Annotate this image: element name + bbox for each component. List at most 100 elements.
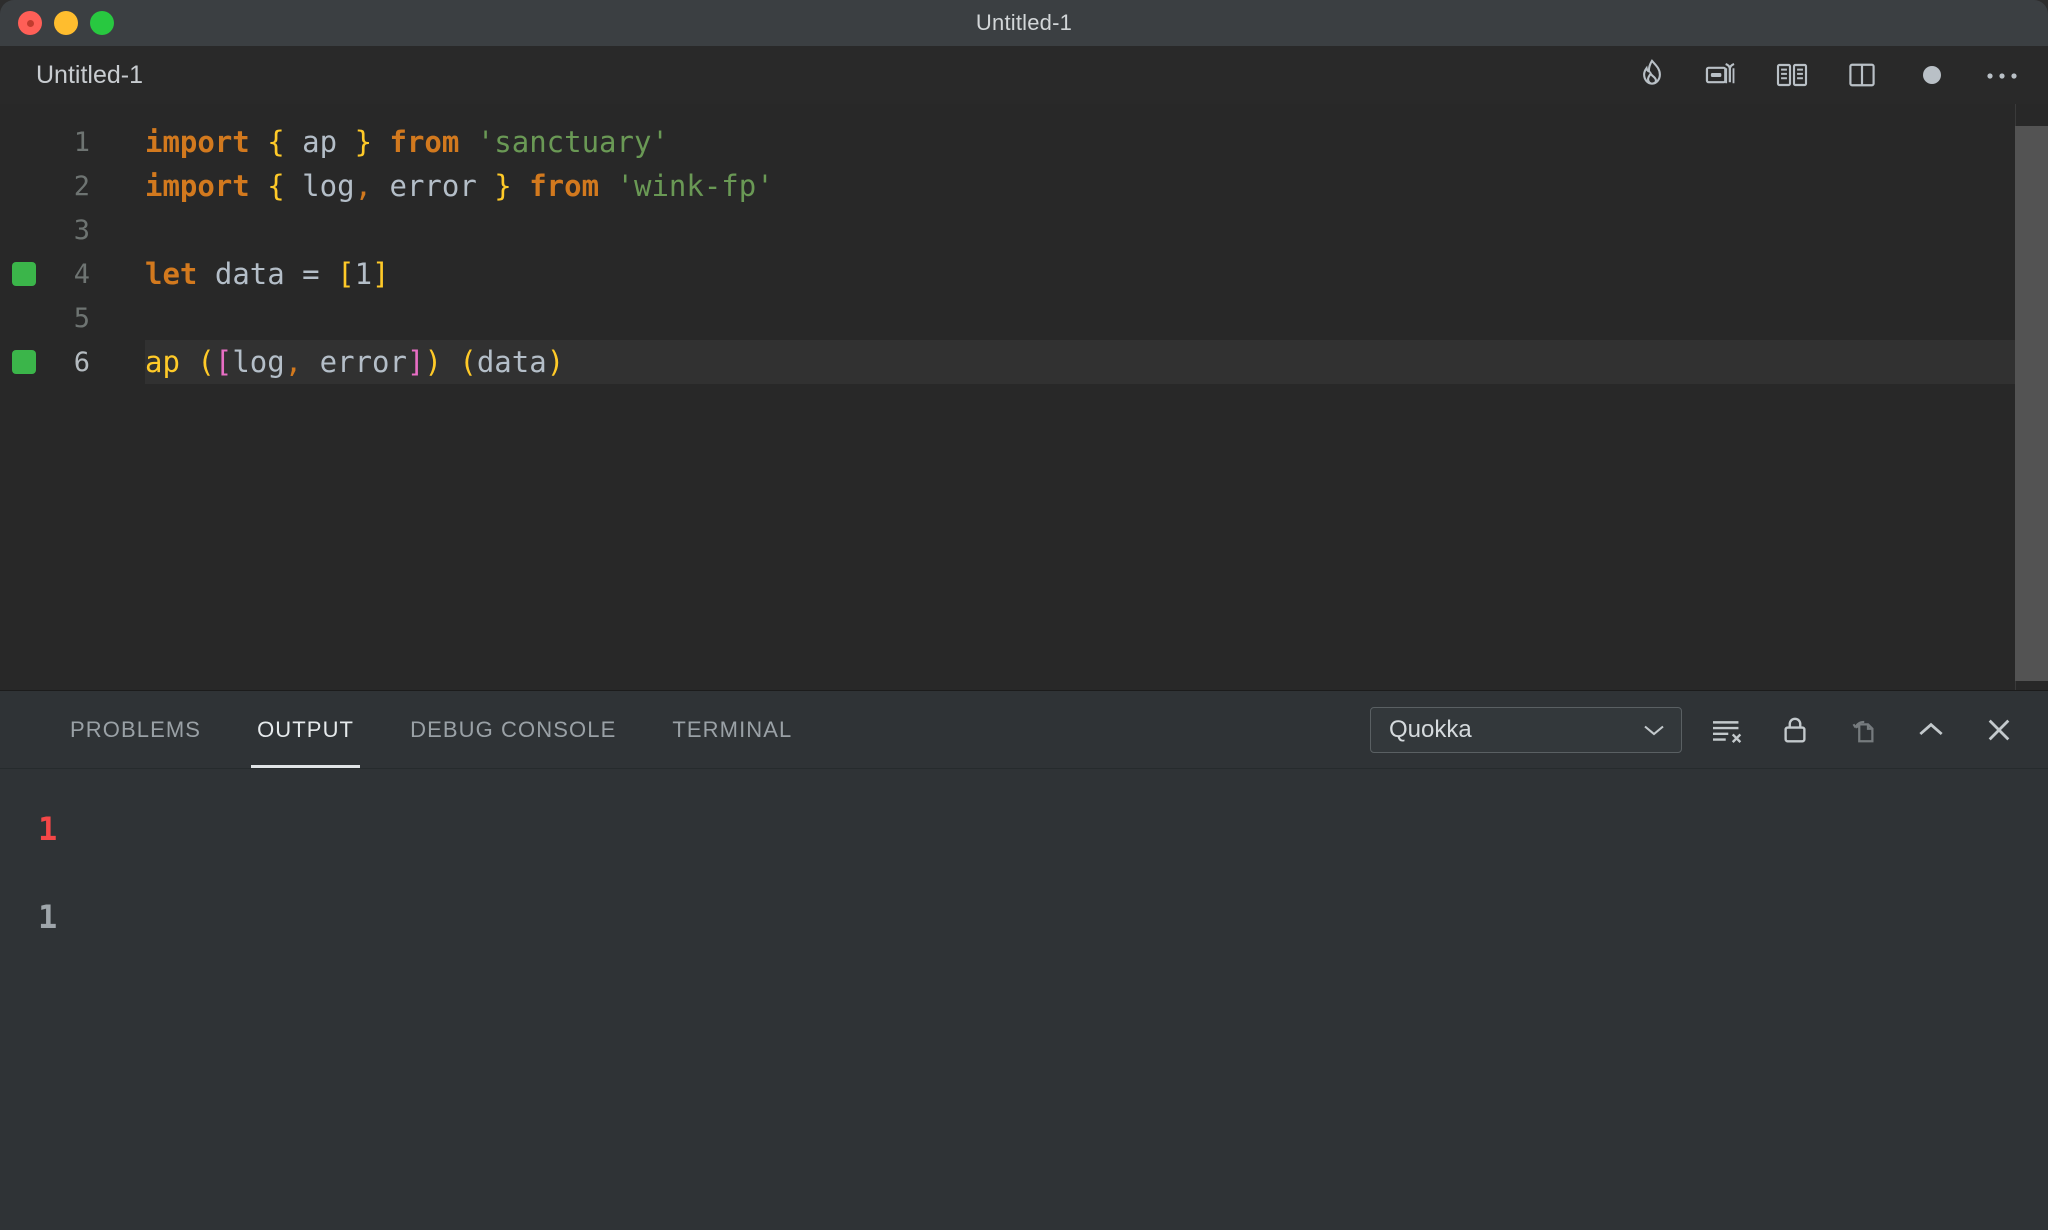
code-token: from	[529, 169, 600, 203]
code-token: (	[459, 345, 477, 379]
code-token: {	[267, 125, 285, 159]
code-text: import { ap } from 'sanctuary'	[112, 125, 669, 159]
quokka-flame-icon[interactable]	[1630, 53, 1674, 97]
line-number: 3	[73, 214, 90, 246]
code-editor[interactable]: 1 import { ap } from 'sanctuary' 2 import {…	[0, 104, 2048, 690]
editor-tab-label[interactable]: Untitled-1	[36, 61, 143, 90]
output-line: 1	[38, 898, 58, 936]
code-token: ]	[372, 257, 390, 291]
panel-actions: Quokka	[1370, 706, 2022, 753]
code-token: (	[197, 345, 215, 379]
editor-scrollbar-thumb[interactable]	[2015, 126, 2048, 681]
output-line: 1	[38, 810, 58, 848]
lock-scroll-icon[interactable]	[1772, 707, 1818, 753]
window-titlebar: Untitled-1	[0, 0, 2048, 46]
code-token: error	[389, 169, 477, 203]
minimize-window-icon[interactable]	[54, 11, 78, 35]
run-preview-icon[interactable]	[1700, 53, 1744, 97]
code-token: )	[546, 345, 565, 379]
more-actions-icon[interactable]	[1980, 53, 2024, 97]
editor-titlebar: Untitled-1	[0, 46, 2048, 104]
maximize-window-icon[interactable]	[90, 11, 114, 35]
bottom-panel: PROBLEMS OUTPUT DEBUG CONSOLE TERMINAL Quok…	[0, 690, 2048, 1230]
code-token: import	[145, 169, 250, 203]
code-token: [	[337, 257, 355, 291]
code-token: 'wink-fp'	[616, 169, 774, 203]
vscode-window: Untitled-1 Untitled-1 1 import {ap} fr…	[0, 0, 2048, 1230]
code-token: from	[389, 125, 460, 159]
output-view[interactable]: 11	[0, 769, 2048, 1230]
panel-header: PROBLEMS OUTPUT DEBUG CONSOLE TERMINAL Quok…	[0, 691, 2048, 769]
code-token: ap	[145, 345, 180, 379]
unsaved-dot-icon[interactable]	[1910, 53, 1954, 97]
code-token: }	[354, 125, 373, 159]
code-text: let data = [1]	[112, 257, 390, 291]
code-token: {	[267, 169, 285, 203]
code-token: let	[145, 257, 198, 291]
output-channel-select[interactable]: Quokka	[1370, 706, 1682, 753]
code-token: ,	[284, 345, 303, 379]
panel-tab-debug-console[interactable]: DEBUG CONSOLE	[382, 691, 644, 768]
open-preview-icon[interactable]	[1770, 53, 1814, 97]
split-editor-icon[interactable]	[1840, 53, 1884, 97]
line-number: 5	[73, 302, 90, 334]
code-token: =	[302, 257, 320, 291]
code-token: 1	[354, 257, 373, 291]
quokka-coverage-marker	[12, 262, 36, 286]
code-lines: 1 import { ap } from 'sanctuary' 2 import {…	[0, 104, 2048, 384]
line-number: 1	[73, 126, 90, 158]
close-window-icon[interactable]	[18, 11, 42, 35]
traffic-light-group	[0, 11, 114, 35]
code-line[interactable]: 4 let data = [1]	[0, 252, 2048, 296]
window-title: Untitled-1	[975, 10, 1073, 35]
code-token: 'sanctuary'	[476, 125, 669, 159]
code-token: }	[494, 169, 512, 203]
panel-tab-list: PROBLEMS OUTPUT DEBUG CONSOLE TERMINAL	[42, 691, 820, 768]
code-line[interactable]: 1 import { ap } from 'sanctuary'	[0, 120, 2048, 164]
quokka-coverage-marker	[12, 350, 36, 374]
code-token: import	[145, 125, 250, 159]
maximize-panel-icon[interactable]	[1908, 707, 1954, 753]
code-token: [	[214, 345, 233, 379]
code-token: ,	[354, 169, 373, 203]
output-channel-value: Quokka	[1389, 715, 1472, 743]
chevron-down-icon	[1641, 722, 1667, 738]
line-number: 2	[73, 170, 90, 202]
clear-output-icon[interactable]	[1704, 707, 1750, 753]
editor-actions	[1630, 53, 2024, 97]
code-line[interactable]: 3	[0, 208, 2048, 252]
code-token: log	[302, 169, 355, 203]
open-in-editor-icon[interactable]	[1840, 707, 1886, 753]
code-token: data	[476, 345, 547, 379]
code-token: error	[319, 345, 407, 379]
code-token: data	[214, 257, 285, 291]
code-token: log	[232, 345, 285, 379]
code-token: ap	[302, 125, 338, 159]
code-line[interactable]: 6 ap ([log, error]) (data)	[0, 340, 2048, 384]
panel-tab-terminal[interactable]: TERMINAL	[644, 691, 820, 768]
panel-tab-output[interactable]: OUTPUT	[229, 691, 382, 768]
panel-tab-problems[interactable]: PROBLEMS	[42, 691, 229, 768]
code-text: ap ([log, error]) (data)	[112, 345, 564, 379]
code-line[interactable]: 2 import { log, error } from 'wink-fp'	[0, 164, 2048, 208]
code-line[interactable]: 5	[0, 296, 2048, 340]
close-panel-icon[interactable]	[1976, 707, 2022, 753]
code-text: import { log, error } from 'wink-fp'	[112, 169, 774, 203]
